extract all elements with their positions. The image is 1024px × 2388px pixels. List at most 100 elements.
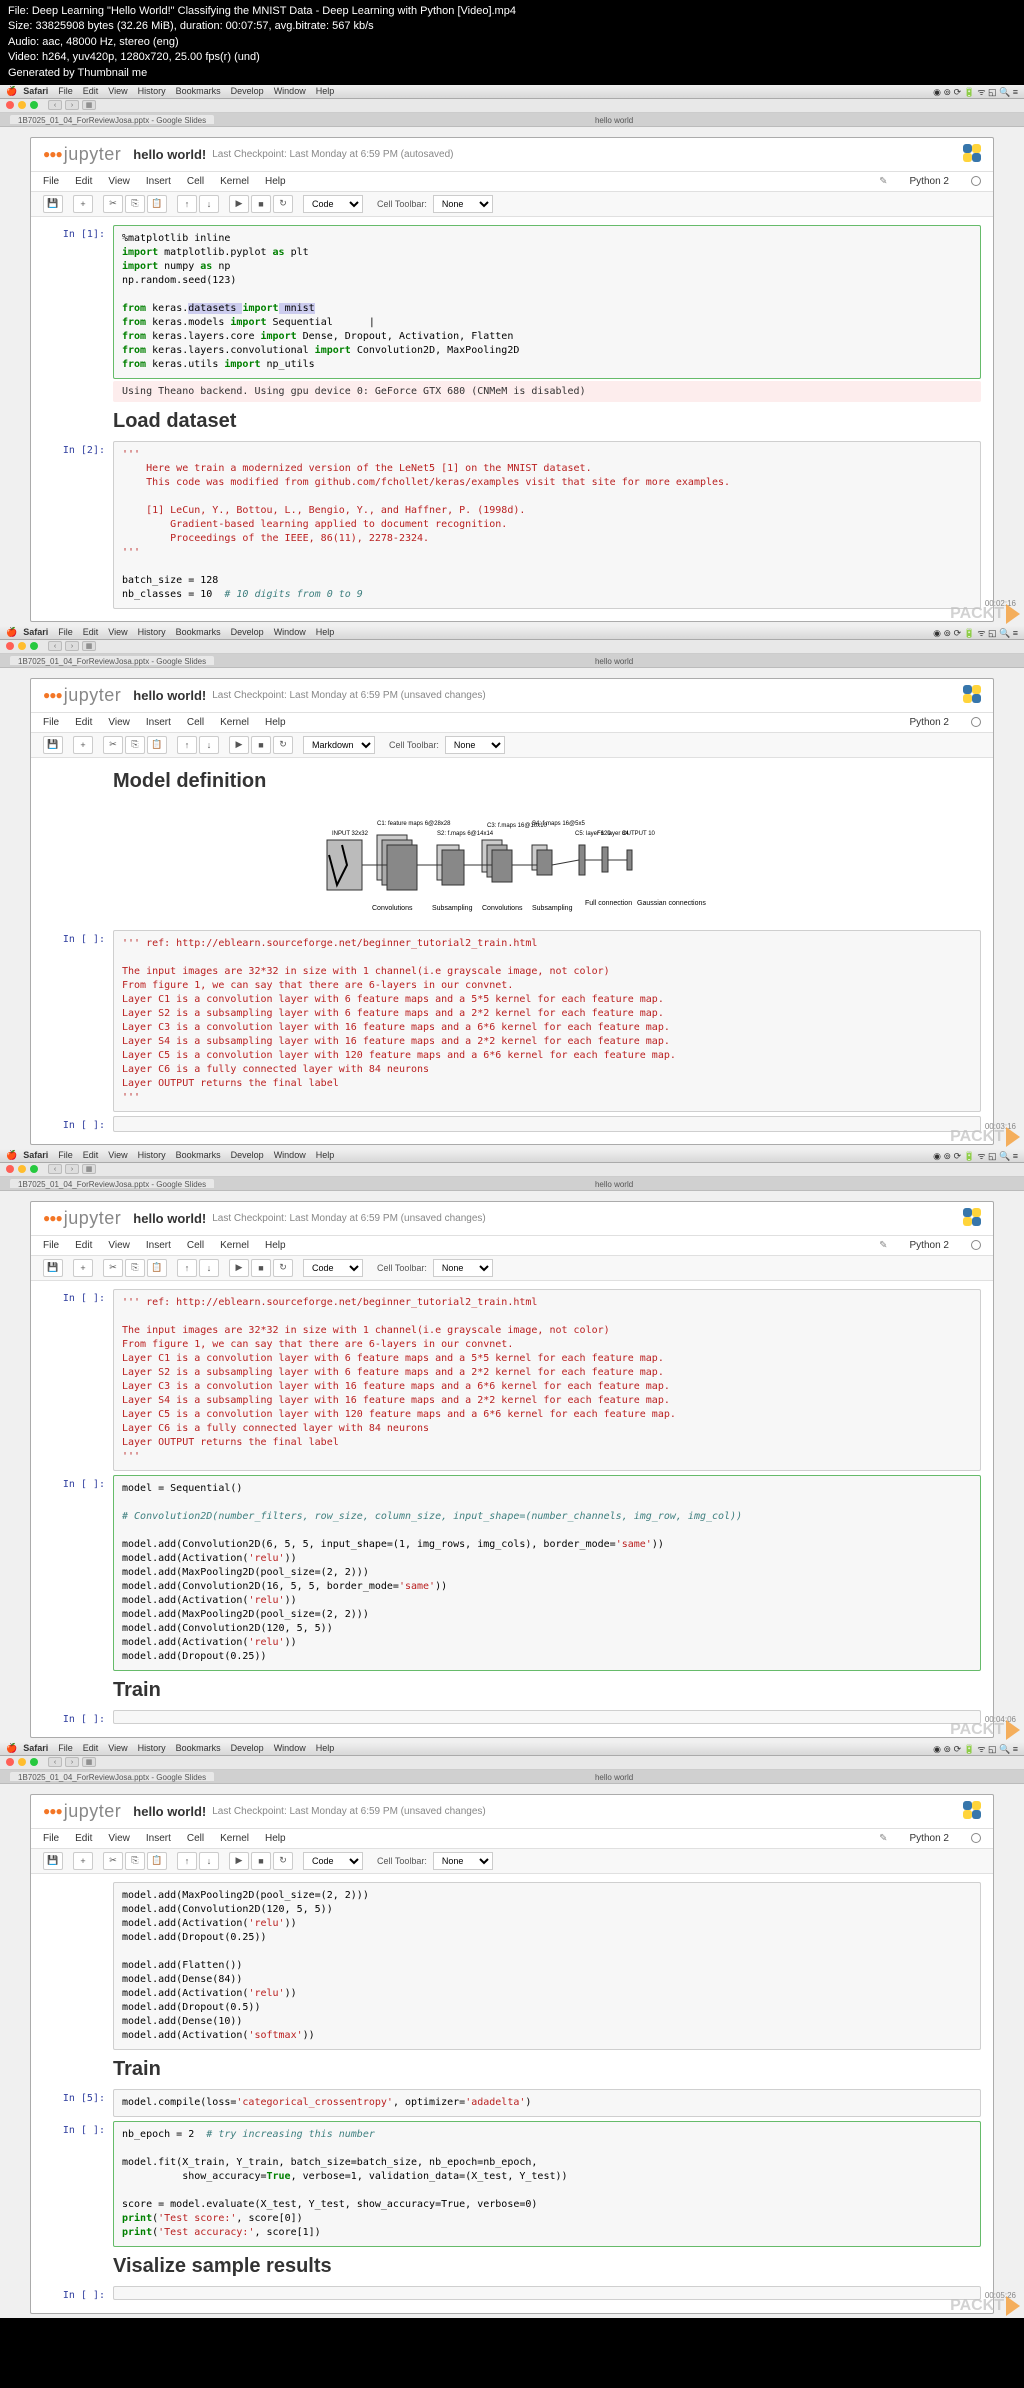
browser-tab-1[interactable]: 1B7025_01_04_ForReviewJosa.pptx - Google… — [10, 1179, 214, 1188]
markdown-cell-load-dataset[interactable]: Load dataset — [43, 406, 981, 437]
nb-menu-help[interactable]: Help — [265, 717, 286, 728]
nb-menu-edit[interactable]: Edit — [75, 1240, 92, 1251]
nb-menu-view[interactable]: View — [108, 717, 130, 728]
nb-menu-kernel[interactable]: Kernel — [220, 717, 249, 728]
app-name[interactable]: Safari — [23, 86, 48, 96]
code-cell-ref[interactable]: In [ ]: ''' ref: http://eblearn.sourcefo… — [43, 930, 981, 1112]
markdown-cell-train[interactable]: Train — [43, 2054, 981, 2085]
menu-develop[interactable]: Develop — [231, 86, 264, 96]
notebook-title[interactable]: hello world! — [133, 1211, 206, 1226]
apple-icon[interactable]: 🍎 — [6, 627, 17, 638]
menu-bookmarks[interactable]: Bookmarks — [176, 1150, 221, 1160]
code-cell-empty[interactable]: In [ ]: — [43, 1710, 981, 1725]
browser-tab-1[interactable]: 1B7025_01_04_ForReviewJosa.pptx - Google… — [10, 656, 214, 665]
forward-button[interactable]: › — [65, 100, 79, 110]
move-down-button[interactable]: ↓ — [199, 195, 219, 213]
celltype-select[interactable]: Code — [303, 1259, 363, 1277]
apple-icon[interactable]: 🍎 — [6, 1150, 17, 1161]
restart-button[interactable]: ↻ — [273, 1852, 293, 1870]
code-input-2[interactable]: ''' Here we train a modernized version o… — [113, 441, 981, 609]
browser-tab-2[interactable]: hello world — [587, 115, 641, 124]
menu-file[interactable]: File — [58, 627, 73, 637]
code-input-model-cont[interactable]: model.add(MaxPooling2D(pool_size=(2, 2))… — [113, 1882, 981, 2050]
browser-tab-2[interactable]: hello world — [587, 1179, 641, 1188]
code-cell-ref[interactable]: In [ ]: ''' ref: http://eblearn.sourcefo… — [43, 1289, 981, 1471]
menu-edit[interactable]: Edit — [83, 1743, 99, 1753]
nb-menu-insert[interactable]: Insert — [146, 1240, 171, 1251]
paste-button[interactable]: 📋 — [147, 1259, 167, 1277]
code-input-fit[interactable]: nb_epoch = 2 # try increasing this numbe… — [113, 2121, 981, 2247]
copy-button[interactable]: ⎘ — [125, 1259, 145, 1277]
move-up-button[interactable]: ↑ — [177, 195, 197, 213]
app-name[interactable]: Safari — [23, 1743, 48, 1753]
menu-help[interactable]: Help — [316, 86, 335, 96]
stop-button[interactable]: ■ — [251, 195, 271, 213]
menu-window[interactable]: Window — [274, 627, 306, 637]
celltoolbar-select[interactable]: None — [433, 1852, 493, 1870]
cut-button[interactable]: ✂ — [103, 1852, 123, 1870]
menu-window[interactable]: Window — [274, 1150, 306, 1160]
nb-menu-file[interactable]: File — [43, 176, 59, 187]
menu-file[interactable]: File — [58, 1150, 73, 1160]
markdown-cell-model-def[interactable]: Model definition INPUT 32x32 C1: feature… — [43, 766, 981, 926]
app-name[interactable]: Safari — [23, 1150, 48, 1160]
move-up-button[interactable]: ↑ — [177, 1259, 197, 1277]
jupyter-logo[interactable]: ●●●jupyter — [43, 685, 121, 706]
window-controls[interactable] — [6, 1165, 38, 1173]
menu-edit[interactable]: Edit — [83, 1150, 99, 1160]
move-down-button[interactable]: ↓ — [199, 1852, 219, 1870]
paste-button[interactable]: 📋 — [147, 1852, 167, 1870]
nb-menu-file[interactable]: File — [43, 717, 59, 728]
copy-button[interactable]: ⎘ — [125, 736, 145, 754]
cut-button[interactable]: ✂ — [103, 1259, 123, 1277]
menu-edit[interactable]: Edit — [83, 627, 99, 637]
nb-menu-kernel[interactable]: Kernel — [220, 1240, 249, 1251]
save-button[interactable]: 💾 — [43, 195, 63, 213]
code-cell-empty[interactable]: In [ ]: — [43, 2286, 981, 2301]
move-up-button[interactable]: ↑ — [177, 1852, 197, 1870]
move-down-button[interactable]: ↓ — [199, 1259, 219, 1277]
cut-button[interactable]: ✂ — [103, 195, 123, 213]
nb-menu-edit[interactable]: Edit — [75, 176, 92, 187]
nb-menu-help[interactable]: Help — [265, 1833, 286, 1844]
notebook-title[interactable]: hello world! — [133, 1804, 206, 1819]
celltype-select[interactable]: Code — [303, 195, 363, 213]
run-button[interactable]: ▶ — [229, 1852, 249, 1870]
menu-window[interactable]: Window — [274, 86, 306, 96]
nb-menu-view[interactable]: View — [108, 1240, 130, 1251]
nb-menu-insert[interactable]: Insert — [146, 717, 171, 728]
sidebar-button[interactable]: ▦ — [82, 1164, 96, 1174]
add-cell-button[interactable]: + — [73, 1259, 93, 1277]
code-input-empty[interactable] — [113, 2286, 981, 2300]
save-button[interactable]: 💾 — [43, 736, 63, 754]
code-input-model[interactable]: model = Sequential() # Convolution2D(num… — [113, 1475, 981, 1671]
back-button[interactable]: ‹ — [48, 100, 62, 110]
add-cell-button[interactable]: + — [73, 1852, 93, 1870]
menu-history[interactable]: History — [138, 86, 166, 96]
jupyter-logo[interactable]: ●●●jupyter — [43, 1801, 121, 1822]
celltoolbar-select[interactable]: None — [433, 1259, 493, 1277]
menu-view[interactable]: View — [108, 1150, 127, 1160]
celltype-select[interactable]: Markdown — [303, 736, 375, 754]
browser-tab-2[interactable]: hello world — [587, 1772, 641, 1781]
menu-develop[interactable]: Develop — [231, 627, 264, 637]
code-input-empty[interactable] — [113, 1116, 981, 1132]
menu-help[interactable]: Help — [316, 1743, 335, 1753]
code-cell-1[interactable]: In [1]: %matplotlib inline import matplo… — [43, 225, 981, 402]
stop-button[interactable]: ■ — [251, 1852, 271, 1870]
code-input-ref[interactable]: ''' ref: http://eblearn.sourceforge.net/… — [113, 1289, 981, 1471]
run-button[interactable]: ▶ — [229, 736, 249, 754]
menu-view[interactable]: View — [108, 1743, 127, 1753]
nb-menu-view[interactable]: View — [108, 176, 130, 187]
stop-button[interactable]: ■ — [251, 1259, 271, 1277]
browser-tab-1[interactable]: 1B7025_01_04_ForReviewJosa.pptx - Google… — [10, 1772, 214, 1781]
cut-button[interactable]: ✂ — [103, 736, 123, 754]
copy-button[interactable]: ⎘ — [125, 1852, 145, 1870]
back-button[interactable]: ‹ — [48, 641, 62, 651]
nb-menu-cell[interactable]: Cell — [187, 717, 204, 728]
code-cell-model-cont[interactable]: model.add(MaxPooling2D(pool_size=(2, 2))… — [43, 1882, 981, 2050]
sidebar-button[interactable]: ▦ — [82, 641, 96, 651]
add-cell-button[interactable]: + — [73, 736, 93, 754]
run-button[interactable]: ▶ — [229, 1259, 249, 1277]
menu-develop[interactable]: Develop — [231, 1150, 264, 1160]
